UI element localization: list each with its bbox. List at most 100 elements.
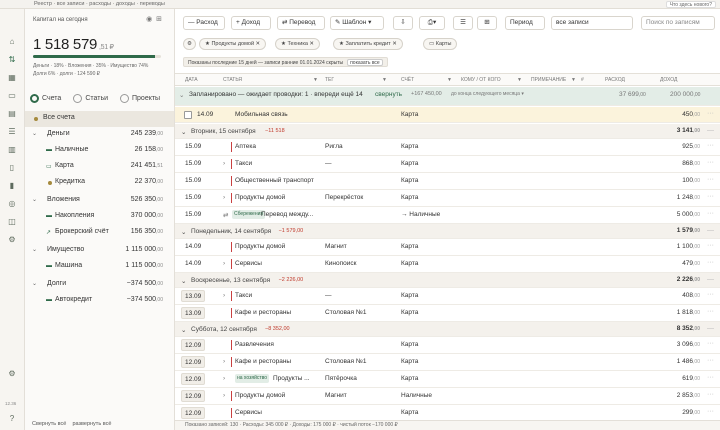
- col-category[interactable]: Статья: [223, 77, 242, 83]
- row-date[interactable]: 12.09: [181, 407, 206, 419]
- book-icon[interactable]: ▯: [7, 163, 17, 173]
- chevron-down-icon[interactable]: ⌄: [181, 228, 186, 236]
- account-savings[interactable]: ▬ Накопления 370 000,00: [25, 209, 174, 225]
- table-row[interactable]: 15.09 ⇄ Сбережения Перевод между... → На…: [175, 207, 720, 224]
- account-brokerage[interactable]: ↗ Брокерский счёт 156 350,00: [25, 225, 174, 241]
- group-money[interactable]: ⌄ Деньги 245 239,00: [25, 127, 174, 143]
- chevron-down-icon[interactable]: ⌄: [181, 128, 186, 136]
- chevron-right-icon[interactable]: ›: [223, 160, 225, 167]
- expand-all-link[interactable]: развернуть всё: [72, 421, 111, 427]
- table-row[interactable]: 12.09 › Кафе и рестораны Столовая №1 Кар…: [175, 354, 720, 371]
- add-account-icon[interactable]: ⊞: [156, 16, 162, 23]
- account-credit-card[interactable]: Кредитка 22 370,00: [25, 175, 174, 191]
- col-payee[interactable]: Кому / от кого: [461, 77, 501, 83]
- collapse-all-link[interactable]: Свернуть всё: [32, 421, 66, 427]
- grid-view-icon[interactable]: ⊞: [477, 16, 497, 30]
- account-card[interactable]: ▭ Карта 241 451,51: [25, 159, 174, 175]
- row-date[interactable]: 12.09: [181, 390, 206, 402]
- folder-icon[interactable]: ▤: [7, 109, 17, 119]
- chevron-right-icon[interactable]: ›: [223, 292, 225, 299]
- gear-icon[interactable]: ⚙: [7, 369, 17, 379]
- transactions-icon[interactable]: ⇅: [7, 55, 17, 65]
- calendar-icon[interactable]: ▦: [7, 73, 17, 83]
- table-row[interactable]: 14.09 Продукты домой Магнит Карта 1 100,…: [175, 239, 720, 256]
- list-icon[interactable]: ☰: [7, 127, 17, 137]
- chevron-down-icon[interactable]: ⌄: [32, 246, 37, 253]
- chevron-right-icon[interactable]: ›: [223, 392, 225, 399]
- chip-groceries[interactable]: ★ Продукты домой ✕: [199, 38, 267, 50]
- chart-icon[interactable]: ▮: [7, 181, 17, 191]
- table-row[interactable]: 12.09 › Продукты домой Магнит Наличные 2…: [175, 388, 720, 405]
- help-icon[interactable]: ?: [7, 414, 17, 424]
- chevron-down-icon[interactable]: ⌄: [179, 91, 184, 99]
- chevron-down-icon[interactable]: ⌄: [32, 280, 37, 287]
- more-icon[interactable]: ···: [707, 374, 714, 381]
- period-select[interactable]: Период: [505, 16, 545, 30]
- more-icon[interactable]: ···: [707, 193, 714, 200]
- search-input[interactable]: Поиск по записям: [641, 16, 715, 30]
- planned-row[interactable]: ⌄ Запланировано — ожидает проводки: 1 · …: [175, 87, 720, 106]
- day-header-row[interactable]: ⌄ Вторник, 15 сентября −11 518 3 141,00 …: [175, 124, 720, 139]
- group-debts[interactable]: ⌄ Долги −374 500,00: [25, 277, 174, 293]
- day-header-row[interactable]: ⌄ Понедельник, 14 сентября −1 579,00 1 5…: [175, 224, 720, 239]
- row-date[interactable]: 13.09: [181, 290, 206, 302]
- account-auto-loan[interactable]: ▬ Автокредит −374 500,00: [25, 293, 174, 309]
- chevron-right-icon[interactable]: ›: [223, 260, 225, 267]
- report-icon[interactable]: ▥: [7, 145, 17, 155]
- chevron-right-icon[interactable]: ›: [223, 358, 225, 365]
- more-icon[interactable]: ···: [707, 391, 714, 398]
- row-date[interactable]: 12.09: [181, 339, 206, 351]
- table-row[interactable]: 12.09 Развлечения Карта 3 096,00 ···: [175, 337, 720, 354]
- col-note[interactable]: Примечание: [531, 77, 566, 83]
- filter-icon[interactable]: ▼: [382, 77, 387, 83]
- add-transfer-button[interactable]: ⇄ Перевод: [277, 16, 325, 30]
- chevron-down-icon[interactable]: ⌄: [32, 196, 37, 203]
- chevron-down-icon[interactable]: ⌄: [181, 326, 186, 334]
- show-all-button[interactable]: показать все: [347, 59, 383, 66]
- col-income[interactable]: Доход: [660, 77, 677, 83]
- filter-icon[interactable]: ▼: [313, 77, 318, 83]
- table-row[interactable]: 13.09 › Такси — Карта 408,00 ···: [175, 288, 720, 305]
- more-icon[interactable]: —: [707, 227, 714, 234]
- more-icon[interactable]: —: [707, 127, 714, 134]
- chevron-down-icon[interactable]: ⌄: [32, 130, 37, 137]
- whats-new-button[interactable]: Что здесь нового?: [665, 1, 716, 8]
- tab-accounts[interactable]: Счета: [30, 94, 61, 103]
- tab-projects[interactable]: Проекты: [120, 94, 160, 103]
- add-income-button[interactable]: + Доход: [231, 16, 271, 30]
- account-cash[interactable]: ▬ Наличные 26 158,00: [25, 143, 174, 159]
- list-view-icon[interactable]: ☰: [453, 16, 473, 30]
- day-header-row[interactable]: ⌄ Воскресенье, 13 сентября −2 226,00 2 2…: [175, 273, 720, 288]
- settings-icon[interactable]: ⚙: [7, 235, 17, 245]
- chip-cards[interactable]: ▭ Карты: [423, 38, 458, 50]
- col-account[interactable]: Счёт: [401, 77, 414, 83]
- more-icon[interactable]: ···: [707, 242, 714, 249]
- more-icon[interactable]: ···: [707, 210, 714, 217]
- more-icon[interactable]: ···: [707, 291, 714, 298]
- row-date[interactable]: 12.09: [181, 356, 206, 368]
- row-date[interactable]: 12.09: [181, 373, 206, 385]
- table-row[interactable]: 15.09 › Продукты домой Перекрёсток Карта…: [175, 190, 720, 207]
- group-property[interactable]: ⌄ Имущество 1 115 000,00: [25, 243, 174, 259]
- import-icon[interactable]: ⇩: [393, 16, 413, 30]
- tab-categories[interactable]: Статьи: [73, 94, 108, 103]
- confirm-checkbox[interactable]: [184, 111, 192, 119]
- more-icon[interactable]: —: [707, 325, 714, 332]
- table-row[interactable]: 15.09 Общественный транспорт Карта 100,0…: [175, 173, 720, 190]
- eye-icon[interactable]: ◉: [146, 16, 152, 23]
- day-header-row[interactable]: ⌄ Суббота, 12 сентября −8 352,00 8 352,0…: [175, 322, 720, 337]
- table-row[interactable]: 15.09 Аптека Ригла Карта 925,00 ···: [175, 139, 720, 156]
- more-icon[interactable]: ···: [707, 142, 714, 149]
- table-row[interactable]: 14.09 › Сервисы Кинопоиск Карта 479,00 ·…: [175, 256, 720, 273]
- chip-loan[interactable]: ★ Заплатить кредит ✕: [333, 38, 403, 50]
- col-expense[interactable]: Расход: [605, 77, 625, 83]
- table-row[interactable]: 12.09 › на хозяйство Продукты ... Пятёро…: [175, 371, 720, 388]
- chevron-right-icon[interactable]: ›: [223, 194, 225, 201]
- table-row[interactable]: 13.09 Кафе и рестораны Столовая №1 Карта…: [175, 305, 720, 322]
- target-icon[interactable]: ◎: [7, 199, 17, 209]
- more-icon[interactable]: ···: [707, 159, 714, 166]
- filter-icon[interactable]: ▼: [571, 77, 576, 83]
- template-dropdown[interactable]: ✎ Шаблон ▾: [330, 16, 384, 30]
- col-date[interactable]: Дата: [185, 77, 198, 83]
- settings-chip-icon[interactable]: ⚙: [183, 38, 196, 50]
